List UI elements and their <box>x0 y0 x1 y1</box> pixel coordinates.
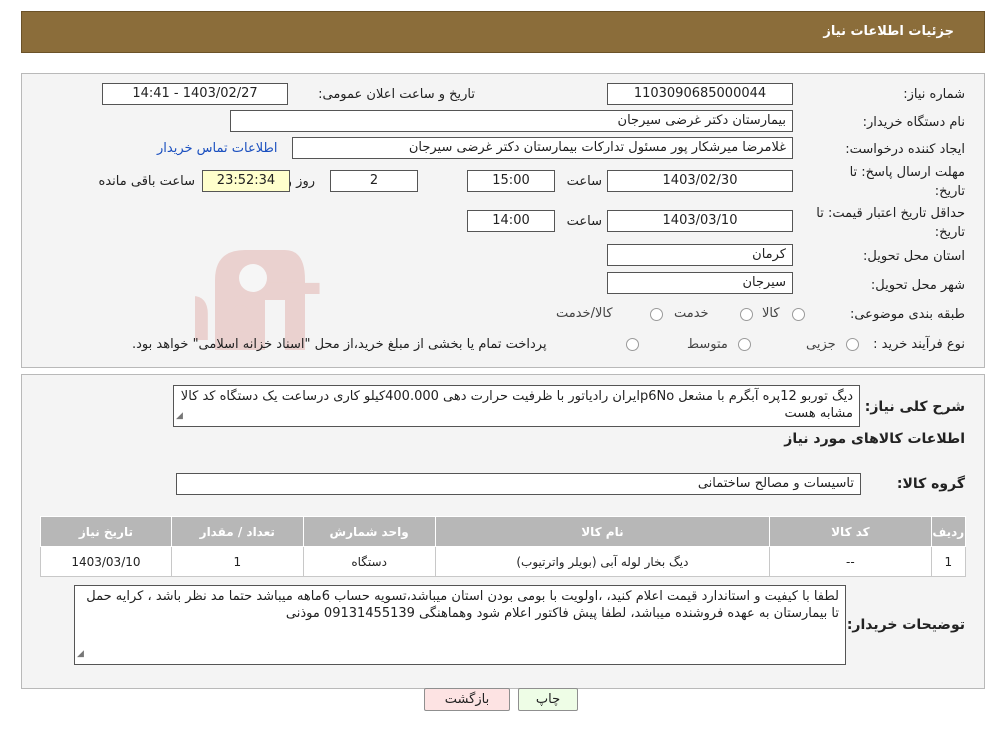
goods-table: ردیف کد کالا نام کالا واحد شمارش تعداد /… <box>40 516 967 577</box>
cell-need-date: 1403/03/10 <box>40 546 172 577</box>
requester-label: ایجاد کننده درخواست: <box>845 142 965 157</box>
buyer-notes-label: توضیحات خریدار: <box>846 617 965 633</box>
buyer-notes-text: لطفا با کیفیت و استاندارد قیمت اعلام کنی… <box>86 589 839 621</box>
process-minor-label: جزیی <box>806 337 836 352</box>
cell-row-number: 1 <box>930 546 967 577</box>
resize-grip-icon[interactable]: ◢ <box>176 408 183 425</box>
cell-unit: دستگاه <box>302 546 436 577</box>
province-field[interactable]: کرمان <box>607 244 793 266</box>
buyer-contact-link[interactable]: اطلاعات تماس خریدار <box>157 141 277 156</box>
deadline-label: مهلت ارسال پاسخ: تا <box>849 165 965 180</box>
process-medium-label: متوسط <box>687 337 728 352</box>
table-header-row: ردیف کد کالا نام کالا واحد شمارش تعداد /… <box>40 516 967 547</box>
process-type-label: نوع فرآیند خرید : <box>873 337 965 352</box>
validity-label: حداقل تاریخ اعتبار قیمت: تا <box>816 206 965 221</box>
cell-quantity: 1 <box>170 546 304 577</box>
days-label: روز و <box>285 174 315 189</box>
deadline-time-field[interactable]: 15:00 <box>467 170 555 192</box>
requester-field[interactable]: غلامرضا میرشکار پور مسئول تدارکات بیمارس… <box>292 137 793 159</box>
table-row[interactable]: 1 -- دیگ بخار لوله آبی (بویلر واترتیوب) … <box>40 546 967 577</box>
print-button[interactable]: چاپ <box>518 688 578 711</box>
validity-time-field[interactable]: 14:00 <box>467 210 555 232</box>
deadline-time-label: ساعت <box>566 174 602 189</box>
col-goods-name: نام کالا <box>434 516 771 547</box>
goods-section-title: اطلاعات کالاهای مورد نیاز <box>784 431 965 447</box>
buyer-org-label: نام دستگاه خریدار: <box>862 115 965 130</box>
announce-datetime-field[interactable]: 1403/02/27 - 14:41 <box>102 83 288 105</box>
back-button[interactable]: بازگشت <box>424 688 510 711</box>
category-goods-service-radio[interactable] <box>650 308 663 321</box>
buyer-org-field[interactable]: بیمارستان دکتر غرضی سیرجان <box>230 110 793 132</box>
description-label: شرح کلی نیاز: <box>864 399 965 415</box>
goods-group-field[interactable]: تاسیسات و مصالح ساختمانی <box>176 473 861 495</box>
cell-goods-code: -- <box>769 546 932 577</box>
province-label: استان محل تحویل: <box>863 249 965 264</box>
process-minor-radio[interactable] <box>846 338 859 351</box>
validity-date-field[interactable]: 1403/03/10 <box>607 210 793 232</box>
deadline-label-2: تاریخ: <box>934 184 965 199</box>
validity-time-label: ساعت <box>566 214 602 229</box>
category-label: طبقه بندی موضوعی: <box>849 307 965 322</box>
process-medium-radio[interactable] <box>738 338 751 351</box>
col-need-date: تاریخ نیاز <box>40 516 172 547</box>
col-quantity: تعداد / مقدار <box>170 516 304 547</box>
remaining-time-field[interactable]: 23:52:34 <box>202 170 290 192</box>
category-goods-service-label: کالا/خدمت <box>556 306 613 321</box>
treasury-note: پرداخت تمام یا بخشی از مبلغ خرید،از محل … <box>132 337 547 352</box>
cell-goods-name: دیگ بخار لوله آبی (بویلر واترتیوب) <box>434 546 771 577</box>
city-label: شهر محل تحویل: <box>870 278 965 293</box>
deadline-date-field[interactable]: 1403/02/30 <box>607 170 793 192</box>
announce-label: تاریخ و ساعت اعلان عمومی: <box>318 87 475 102</box>
need-number-field[interactable]: 1103090685000044 <box>607 83 793 105</box>
page-title: جزئیات اطلاعات نیاز <box>823 24 954 39</box>
need-number-label: شماره نیاز: <box>903 87 965 102</box>
category-service-radio[interactable] <box>740 308 753 321</box>
description-text: دیگ توربو 12پره آبگرم با مشعل p6Noایران … <box>180 389 853 421</box>
treasury-checkbox[interactable] <box>626 338 639 351</box>
city-field[interactable]: سیرجان <box>607 272 793 294</box>
category-service-label: خدمت <box>674 306 709 321</box>
remaining-time-label: ساعت باقی مانده <box>98 174 195 189</box>
resize-grip-icon[interactable]: ◢ <box>77 646 84 663</box>
category-goods-label: کالا <box>762 306 780 321</box>
goods-group-label: گروه کالا: <box>896 476 965 492</box>
description-textarea[interactable]: دیگ توربو 12پره آبگرم با مشعل p6Noایران … <box>173 385 860 427</box>
col-goods-code: کد کالا <box>769 516 932 547</box>
col-unit: واحد شمارش <box>302 516 436 547</box>
validity-label-2: تاریخ: <box>934 225 965 240</box>
category-goods-radio[interactable] <box>792 308 805 321</box>
col-row-number: ردیف <box>930 516 967 547</box>
page-header: جزئیات اطلاعات نیاز <box>21 11 985 53</box>
days-remaining-field[interactable]: 2 <box>330 170 418 192</box>
buyer-notes-textarea[interactable]: لطفا با کیفیت و استاندارد قیمت اعلام کنی… <box>74 585 846 665</box>
